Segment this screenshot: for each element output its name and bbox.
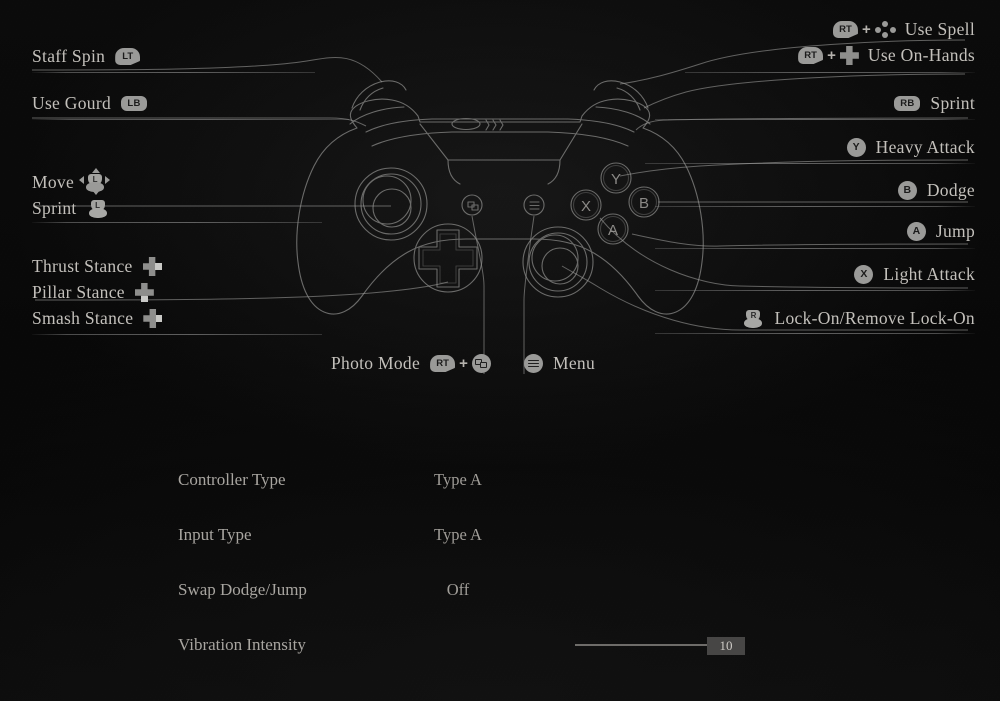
binding-label-use-on-hands: Use On-Hands: [867, 45, 975, 65]
a-button-icon: A: [906, 222, 926, 241]
binding-light-attack[interactable]: X Light Attack: [854, 264, 975, 285]
binding-lock-on[interactable]: R Lock-On/Remove Lock-On: [742, 306, 975, 330]
plus-sign-2: +: [827, 47, 836, 64]
menu-button-icon: [524, 354, 543, 373]
rt-trigger-icon-1: RT: [832, 21, 858, 38]
setting-label-vibration-intensity: Vibration Intensity: [178, 635, 306, 654]
binding-smash-stance[interactable]: Smash Stance: [32, 308, 163, 329]
b-button-icon: B: [897, 181, 917, 200]
svg-text:B: B: [639, 195, 649, 212]
divider-9: [655, 248, 975, 249]
binding-sprint-right[interactable]: RB Sprint: [894, 93, 975, 114]
lb-bumper-icon: LB: [121, 96, 148, 111]
binding-dodge[interactable]: B Dodge: [897, 180, 975, 201]
binding-staff-spin[interactable]: Staff Spin LT: [32, 46, 141, 67]
binding-label-use-gourd: Use Gourd: [32, 93, 112, 113]
right-stick-press-icon: R: [742, 306, 764, 330]
dpad-down-icon: [134, 283, 154, 302]
divider-6: [655, 119, 975, 120]
vibration-slider-track[interactable]: [575, 644, 723, 646]
binding-menu[interactable]: Menu: [524, 353, 595, 374]
binding-sprint-left[interactable]: Sprint L: [32, 196, 109, 220]
lt-trigger-icon: LT: [115, 48, 141, 65]
binding-label-pillar-stance: Pillar Stance: [32, 282, 125, 302]
left-stick-press-icon: L: [87, 196, 109, 220]
setting-label-input-type: Input Type: [178, 525, 252, 544]
binding-label-menu: Menu: [553, 353, 596, 373]
controller-settings-screen: Y X B A Staff Spin LT Use Gourd LB Move …: [0, 0, 1000, 701]
binding-label-heavy-attack: Heavy Attack: [875, 137, 975, 157]
dpad-right-icon: [142, 257, 162, 276]
binding-label-sprint-left: Sprint: [32, 197, 77, 218]
binding-thrust-stance[interactable]: Thrust Stance: [32, 256, 162, 277]
svg-text:Y: Y: [611, 171, 621, 188]
binding-use-gourd[interactable]: Use Gourd LB: [32, 93, 148, 114]
binding-heavy-attack[interactable]: Y Heavy Attack: [846, 137, 975, 158]
setting-swap-dodge-jump[interactable]: Swap Dodge/Jump Off: [178, 575, 738, 605]
rb-bumper-icon: RB: [894, 96, 921, 111]
dpad-right-icon-2: [143, 309, 163, 328]
binding-label-smash-stance: Smash Stance: [32, 308, 134, 328]
setting-controller-type[interactable]: Controller Type Type A: [178, 465, 738, 495]
binding-photo-mode[interactable]: Photo Mode RT +: [331, 353, 491, 374]
svg-text:X: X: [581, 198, 591, 215]
plus-sign-3: +: [459, 355, 468, 372]
setting-vibration-intensity[interactable]: Vibration Intensity 10: [178, 630, 745, 660]
binding-label-lock-on: Lock-On/Remove Lock-On: [774, 307, 975, 328]
rt-trigger-icon-2: RT: [798, 47, 824, 64]
setting-value-input-type: Type A: [434, 525, 482, 544]
svg-text:A: A: [608, 222, 618, 239]
x-button-icon: X: [854, 265, 874, 284]
binding-jump[interactable]: A Jump: [906, 221, 975, 242]
divider-3: [32, 222, 322, 223]
binding-label-thrust-stance: Thrust Stance: [32, 256, 133, 276]
divider-11: [655, 333, 975, 334]
divider-4: [32, 334, 322, 335]
plus-sign-1: +: [861, 21, 871, 38]
divider-2: [32, 119, 349, 120]
setting-label-controller-type: Controller Type: [178, 470, 286, 489]
binding-label-light-attack: Light Attack: [883, 264, 975, 284]
divider-10: [655, 290, 975, 291]
y-button-icon: Y: [846, 138, 866, 157]
binding-label-use-spell: Use Spell: [904, 19, 975, 39]
divider-1: [32, 72, 315, 73]
setting-input-type[interactable]: Input Type Type A: [178, 520, 738, 550]
binding-label-move: Move: [32, 171, 75, 192]
view-button-icon: [471, 354, 491, 373]
divider-5: [685, 72, 975, 73]
face-buttons-cluster-icon: [874, 21, 896, 38]
divider-7: [645, 163, 975, 164]
binding-label-dodge: Dodge: [926, 180, 975, 200]
binding-use-spell[interactable]: RT + Use Spell: [832, 19, 975, 40]
binding-label-jump: Jump: [935, 221, 975, 241]
binding-use-on-hands[interactable]: RT + Use On-Hands: [798, 45, 975, 66]
binding-pillar-stance[interactable]: Pillar Stance: [32, 282, 154, 303]
binding-label-photo-mode: Photo Mode: [331, 353, 421, 373]
binding-move[interactable]: Move L: [32, 168, 111, 195]
vibration-slider[interactable]: 10: [575, 637, 745, 655]
left-stick-direction-icon: L: [79, 168, 111, 195]
rt-trigger-icon-3: RT: [430, 355, 456, 372]
vibration-slider-value[interactable]: 10: [707, 637, 745, 655]
divider-8: [655, 206, 975, 207]
binding-label-staff-spin: Staff Spin: [32, 46, 106, 66]
setting-label-swap-dodge-jump: Swap Dodge/Jump: [178, 580, 307, 599]
binding-label-sprint-right: Sprint: [930, 93, 975, 113]
dpad-icon: [839, 46, 859, 65]
